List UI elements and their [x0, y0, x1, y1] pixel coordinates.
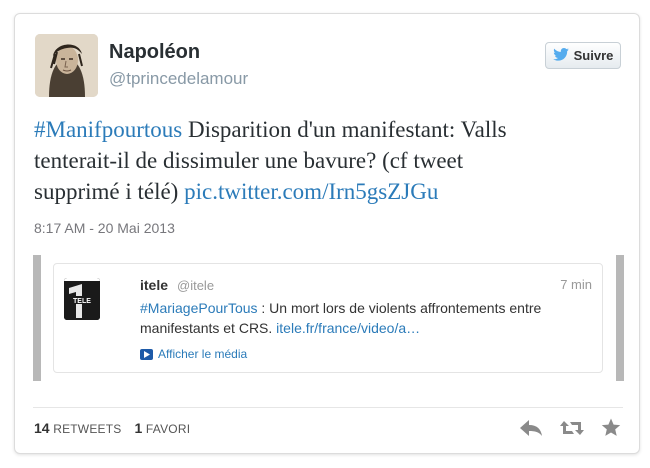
tweet-text: #Manifpourtous Disparition d'un manifest…: [34, 114, 624, 207]
tweet-media-link[interactable]: pic.twitter.com/Irn5gsZJGu: [184, 179, 438, 204]
itele-avatar-text: TELE: [73, 298, 91, 305]
stats-divider: [33, 407, 623, 408]
star-icon[interactable]: [601, 418, 621, 437]
embed-right-bar: [616, 255, 624, 381]
author-avatar[interactable]: [35, 34, 98, 97]
follow-button-label: Suivre: [573, 48, 614, 63]
retweets-count: 14: [34, 420, 50, 436]
embed-left-bar: [33, 255, 41, 381]
itele-avatar[interactable]: TELE: [64, 278, 100, 320]
show-media-label: Afficher le média: [158, 347, 248, 361]
retweet-icon[interactable]: [559, 419, 585, 437]
show-media-link[interactable]: Afficher le média: [140, 347, 247, 361]
favorites-stat[interactable]: 1 FAVORI: [134, 420, 190, 436]
tweet-card: Napoléon @tprincedelamour Suivre #Manifp…: [14, 13, 640, 454]
play-icon: [140, 348, 153, 360]
embedded-hashtag-link[interactable]: #MariagePourTous: [140, 300, 258, 316]
embedded-text-part1: : Un mort lors de violents affrontements…: [257, 300, 542, 316]
retweets-stat[interactable]: 14 RETWEETS: [34, 420, 121, 436]
tweet-text-line2: tenterait-il de dissimuler une bavure? (…: [34, 148, 464, 173]
favorites-count: 1: [134, 420, 143, 436]
embedded-text-part2: manifestants et CRS.: [140, 320, 277, 336]
embedded-time[interactable]: 7 min: [560, 277, 592, 292]
tweet-actions: [519, 418, 621, 437]
follow-button[interactable]: Suivre: [545, 42, 621, 69]
retweets-label: RETWEETS: [53, 422, 122, 436]
favorites-label: FAVORI: [145, 422, 191, 436]
embedded-author-handle[interactable]: @itele: [177, 278, 214, 293]
author-handle[interactable]: @tprincedelamour: [109, 69, 248, 89]
tweet-timestamp[interactable]: 8:17 AM - 20 Mai 2013: [34, 220, 175, 236]
author-display-name[interactable]: Napoléon: [109, 41, 200, 64]
embedded-author-name[interactable]: itele: [140, 277, 168, 293]
tweet-text-line1: Disparition d'un manifestant: Valls: [182, 117, 507, 142]
embedded-tweet: TELE itele @itele 7 min #MariagePourTous…: [33, 255, 624, 381]
tweet-text-line3: supprimé i télé): [34, 179, 185, 204]
twitter-bird-icon: [552, 47, 569, 64]
embedded-link[interactable]: itele.fr/france/video/a…: [276, 320, 420, 336]
tweet-hashtag-link[interactable]: #Manifpourtous: [34, 117, 182, 142]
reply-icon[interactable]: [519, 419, 543, 437]
embedded-tweet-text: #MariagePourTous : Un mort lors de viole…: [140, 298, 595, 338]
embedded-tweet-card[interactable]: TELE itele @itele 7 min #MariagePourTous…: [53, 263, 603, 373]
tweet-stats: 14 RETWEETS 1 FAVORI: [34, 420, 190, 436]
